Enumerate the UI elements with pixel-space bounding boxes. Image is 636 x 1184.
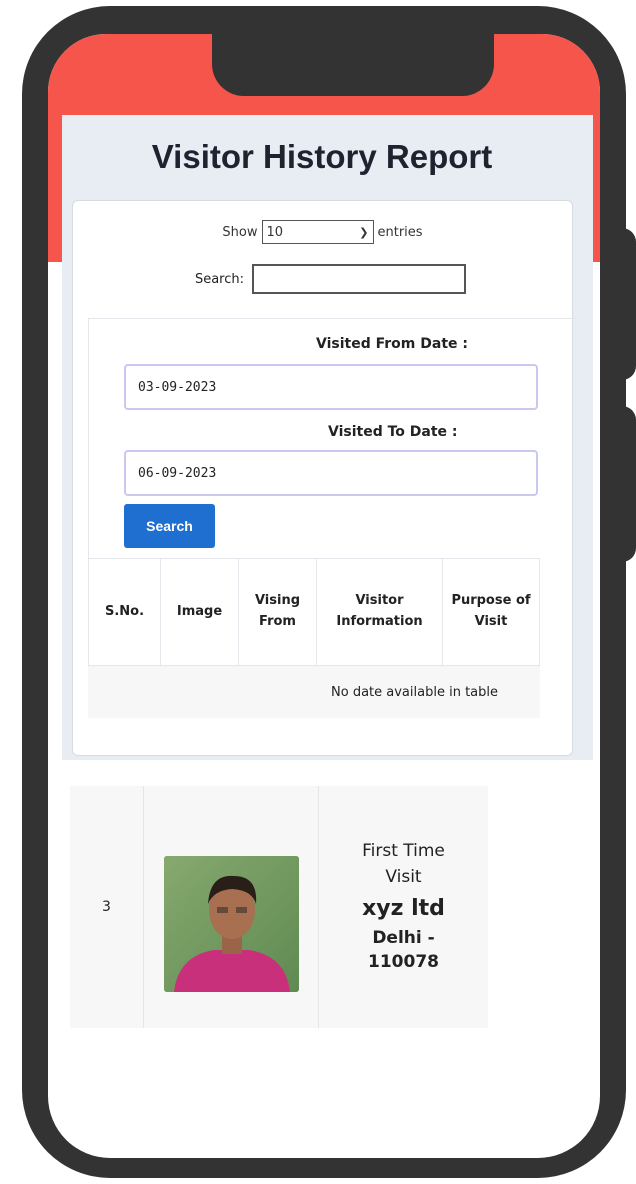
visitor-photo-image [164,856,299,992]
empty-table-message: No date available in table [88,666,540,718]
phone-side-button-upper [618,228,636,380]
row-image-cell [144,786,319,1028]
search-input[interactable] [252,264,467,294]
show-entries-control: Show 10 ❯ entries [72,220,573,244]
show-label: Show [222,224,258,240]
visited-to-label: Visited To Date : [328,424,458,440]
column-header-vising-from[interactable]: Vising From [239,559,317,665]
visited-from-label: Visited From Date : [316,336,468,352]
visited-from-date-input[interactable]: 03-09-2023 [124,364,538,410]
search-label: Search: [194,271,245,287]
search-button[interactable]: Search [124,504,215,548]
column-header-visitor-information[interactable]: Visitor Information [317,559,443,665]
table-header: S.No. Image Vising From Visitor Informat… [88,558,540,666]
company-name: xyz ltd [362,896,445,922]
column-header-sno[interactable]: S.No. [89,559,161,665]
entries-select[interactable]: 10 ❯ [261,220,374,244]
entries-label: entries [377,224,423,240]
visit-type: First Time Visit [362,841,445,887]
visitor-photo [164,856,299,992]
page-title: Visitor History Report [151,138,493,175]
phone-side-button-lower [618,406,636,562]
column-header-purpose[interactable]: Purpose of Visit [443,559,539,665]
phone-notch [212,34,494,96]
entries-select-value: 10 [266,224,284,240]
row-sno: 3 [70,786,144,1028]
table-row: 3 First Time Visit xyz ltd Delhi - 11007… [70,786,488,1028]
table-search: Search: [72,264,573,294]
column-header-image[interactable]: Image [161,559,239,665]
visitor-location: Delhi - 110078 [368,928,439,972]
visited-to-date-input[interactable]: 06-09-2023 [124,450,538,496]
chevron-down-icon: ❯ [359,225,369,239]
row-visitor-info: First Time Visit xyz ltd Delhi - 110078 [319,786,488,1028]
